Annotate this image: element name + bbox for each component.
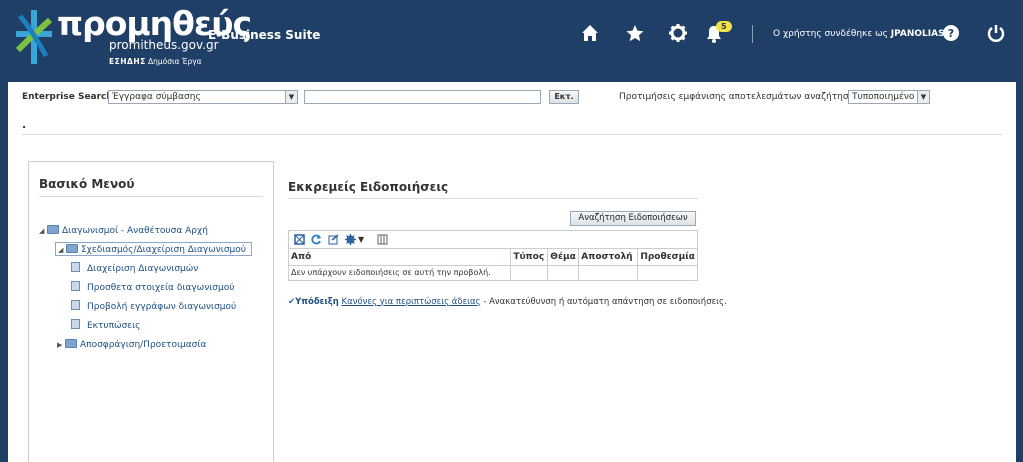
tree-item-selected[interactable]: ◢ Σχεδιασμός/Διαχείριση Διαγωνισμού — [55, 242, 252, 256]
notifications-title: Εκκρεμείς Ειδοποιήσεις — [288, 180, 449, 194]
search-go-button[interactable]: Εκτ. — [549, 90, 579, 104]
search-notifications-button[interactable]: Αναζήτηση Ειδοποιήσεων — [570, 211, 696, 226]
chevron-down-icon[interactable]: ▼ — [285, 91, 297, 103]
divider — [288, 198, 698, 199]
logo-dimosia: Δημόσια Έργα — [148, 57, 202, 66]
column-header-subject[interactable]: Θέμα — [547, 249, 580, 266]
search-preferences-value: Τυποποιημένο — [852, 92, 915, 102]
column-header-from[interactable]: Από — [289, 249, 512, 266]
tree-item-child[interactable]: Εκτυπώσεις — [71, 319, 140, 333]
table-cell — [578, 265, 639, 280]
divider — [39, 196, 263, 197]
app-title: E-Business Suite — [208, 28, 321, 42]
tree-item-label[interactable]: Διαχείριση Διαγωνισμών — [87, 264, 198, 274]
user-prefix: Ο χρήστης συνδέθηκε ως — [773, 29, 891, 39]
empty-message: Δεν υπάρχουν ειδοποιήσεις σε αυτή την πρ… — [289, 265, 512, 280]
notification-count-badge[interactable]: 5 — [716, 21, 732, 32]
tip-text: - Ανακατεύθυνση ή αυτόματη απάντηση σε ε… — [480, 297, 727, 307]
app-header: προμηθεύς promitheus.gov.gr ΕΣΗΔΗΣ Δημόσ… — [0, 0, 1023, 82]
refresh-icon[interactable] — [311, 234, 322, 245]
search-input[interactable] — [304, 90, 541, 104]
tree-item-label[interactable]: Σχεδιασμός/Διαχείριση Διαγωνισμού — [81, 245, 246, 255]
document-icon — [71, 300, 80, 310]
logout-power-icon[interactable] — [985, 22, 1007, 44]
document-icon — [71, 262, 80, 272]
user-name: JPANOLIAS — [890, 29, 945, 39]
expanded-triangle-icon[interactable]: ◢ — [58, 243, 66, 257]
main-menu-title: Βασικό Μενού — [39, 177, 135, 191]
enterprise-search-bar: Enterprise Search Έγγραφα σύμβασης ▼ Εκτ… — [22, 90, 1002, 104]
tree-item-label[interactable]: Προβολή εγγράφων διαγωνισμού — [87, 302, 236, 312]
document-icon — [71, 319, 80, 329]
folder-icon — [66, 244, 78, 253]
expanded-triangle-icon[interactable]: ◢ — [39, 224, 47, 238]
detach-icon[interactable] — [294, 234, 305, 245]
favorites-star-icon[interactable] — [624, 22, 646, 44]
table-cell — [638, 265, 697, 280]
document-icon — [71, 281, 80, 291]
column-header-sent[interactable]: Αποστολή — [578, 249, 639, 266]
folder-icon — [47, 225, 59, 234]
enterprise-search-label: Enterprise Search — [22, 92, 113, 102]
table-cell — [510, 265, 549, 280]
logo-essh: ΕΣΗΔΗΣ — [109, 57, 146, 66]
divider — [22, 134, 1002, 135]
main-content: Enterprise Search Έγγραφα σύμβασης ▼ Εκτ… — [8, 82, 1016, 462]
header-divider — [752, 25, 753, 43]
tree-item-child[interactable]: Προσθετα στοιχεία διαγωνισμού — [71, 281, 234, 295]
main-menu-panel: Βασικό Μενού ◢ Διαγωνισμοί - Αναθέτουσα Α… — [28, 161, 274, 462]
chevron-down-icon[interactable]: ▼ — [358, 235, 369, 246]
search-preferences-select[interactable]: Τυποποιημένο ▼ — [848, 90, 930, 104]
actions-gear-icon[interactable] — [345, 234, 356, 245]
table-cell — [547, 265, 580, 280]
notifications-table: ▼ Από Τύπος Θέμα Αποστολή Προθεσμία Δεν … — [288, 230, 698, 281]
dot-text: . — [22, 118, 27, 131]
column-header-due[interactable]: Προθεσμία — [637, 249, 697, 266]
tree-item-child[interactable]: Προβολή εγγράφων διαγωνισμού — [71, 300, 236, 314]
tree-item-label[interactable]: Διαγωνισμοί - Αναθέτουσα Αρχή — [62, 226, 208, 236]
tree-item-label[interactable]: Εκτυπώσεις — [87, 321, 140, 331]
svg-text:?: ? — [948, 27, 954, 40]
logged-in-user: Ο χρήστης συνδέθηκε ως JPANOLIAS — [773, 29, 945, 39]
table-header-row: Από Τύπος Θέμα Αποστολή Προθεσμία — [289, 249, 697, 266]
table-toolbar: ▼ — [289, 231, 697, 249]
search-type-value: Έγγραφα σύμβασης — [112, 92, 201, 102]
tree-item-root[interactable]: ◢ Διαγωνισμοί - Αναθέτουσα Αρχή — [39, 224, 208, 238]
logo-site: promitheus.gov.gr — [109, 38, 219, 52]
tip-label: Υπόδειξη — [295, 297, 339, 307]
search-preferences-label: Προτιμήσεις εμφάνισης αποτελεσμάτων αναζ… — [619, 92, 860, 102]
collapsed-triangle-icon[interactable]: ▶ — [57, 338, 65, 352]
columns-icon[interactable] — [377, 234, 388, 245]
tip-line: ✔Υπόδειξη Κανόνες για περιπτώσεις άδειας… — [288, 297, 727, 307]
chevron-down-icon[interactable]: ▼ — [917, 91, 929, 103]
folder-icon — [65, 339, 77, 348]
home-icon[interactable] — [579, 22, 601, 44]
promitheus-logo-icon — [15, 10, 52, 64]
tree-item-label[interactable]: Αποσφράγιση/Προετοιμασία — [80, 340, 206, 350]
tree-item-child[interactable]: Διαχείριση Διαγωνισμών — [71, 262, 198, 276]
table-row: Δεν υπάρχουν ειδοποιήσεις σε αυτή την πρ… — [289, 265, 697, 280]
export-icon[interactable] — [328, 234, 339, 245]
column-header-type[interactable]: Τύπος — [510, 249, 549, 266]
tree-item-label[interactable]: Προσθετα στοιχεία διαγωνισμού — [87, 283, 234, 293]
search-type-select[interactable]: Έγγραφα σύμβασης ▼ — [108, 90, 298, 104]
vacation-rules-link[interactable]: Κανόνες για περιπτώσεις άδειας — [342, 297, 481, 307]
settings-gear-icon[interactable] — [667, 22, 689, 44]
tree-item-collapsed[interactable]: ▶ Αποσφράγιση/Προετοιμασία — [57, 338, 206, 352]
help-icon[interactable]: ? — [940, 22, 962, 44]
